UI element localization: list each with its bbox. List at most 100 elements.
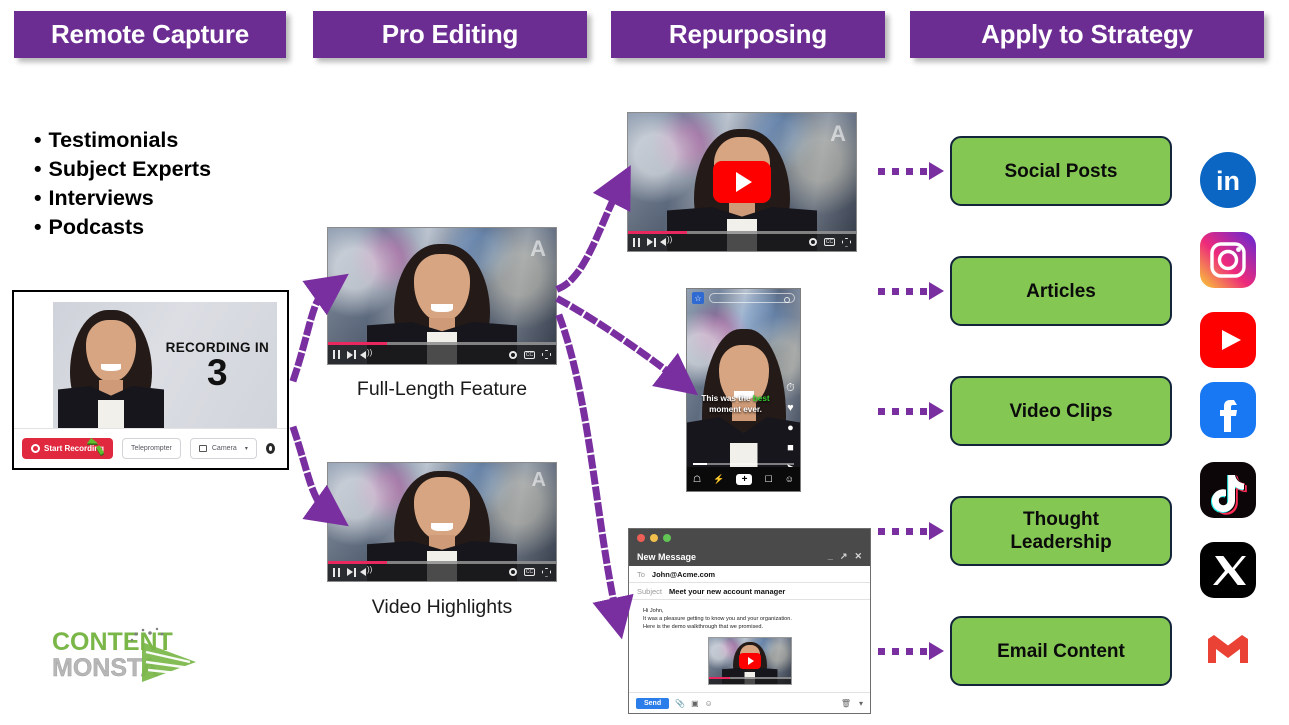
brand-watermark: A xyxy=(830,121,846,146)
maximize-icon[interactable] xyxy=(663,534,671,542)
camera-select-value: Camera xyxy=(211,445,237,452)
camera-select[interactable]: Camera ▾ xyxy=(189,438,257,459)
closed-captions-icon[interactable]: CC xyxy=(524,350,535,359)
phone-app-header: ☆ xyxy=(687,289,800,307)
to-label: To xyxy=(637,569,645,579)
volume-icon[interactable] xyxy=(660,235,672,246)
expand-icon[interactable]: ↗ xyxy=(840,551,848,562)
column-header-repurposing: Repurposing xyxy=(611,11,885,58)
pause-icon[interactable] xyxy=(333,350,340,359)
volume-icon[interactable] xyxy=(360,565,372,576)
video-player-full-length[interactable]: A CC xyxy=(327,227,557,365)
camera-icon xyxy=(198,445,207,452)
closed-captions-icon[interactable]: CC xyxy=(524,568,535,576)
gmail-icon[interactable] xyxy=(1200,622,1256,678)
to-value: John@Acme.com xyxy=(651,569,716,579)
bookmark-icon[interactable]: ■ xyxy=(787,443,794,454)
minimize-icon[interactable] xyxy=(650,534,658,542)
heart-icon[interactable]: ♥ xyxy=(787,403,794,414)
window-traffic-lights[interactable] xyxy=(629,529,870,547)
volume-icon[interactable] xyxy=(360,348,372,359)
phone-bottom-nav[interactable]: ☖ ⚡ + ☐ ☺ xyxy=(687,467,800,491)
search-input[interactable] xyxy=(709,293,795,303)
phone-action-rail[interactable]: ⏱ ♥ ● ■ ➤ xyxy=(786,383,795,474)
inbox-icon[interactable]: ☐ xyxy=(765,474,773,485)
teleprompter-label: Teleprompter xyxy=(131,445,172,452)
send-button[interactable]: Send xyxy=(636,697,670,709)
compose-toolbar[interactable]: Send 📎 ▣ ☺ 🗑 ▾ xyxy=(629,692,870,713)
fullscreen-icon[interactable] xyxy=(542,567,551,577)
fullscreen-icon[interactable] xyxy=(542,350,551,359)
home-icon[interactable]: ☖ xyxy=(693,474,701,485)
comment-icon[interactable]: ● xyxy=(787,423,794,434)
pause-icon[interactable] xyxy=(333,567,340,577)
close-icon[interactable]: ✕ xyxy=(854,551,862,562)
brand-watermark: A xyxy=(530,236,546,261)
recorder-window: RECORDING IN 3 Start Recording Telepromp… xyxy=(12,290,289,470)
arrow-to-email-content xyxy=(878,642,944,660)
video-caption-highlights: Video Highlights xyxy=(371,596,513,618)
instagram-icon[interactable] xyxy=(1200,232,1256,288)
video-controls[interactable]: CC xyxy=(628,231,856,251)
fullscreen-icon[interactable] xyxy=(842,237,851,247)
email-body[interactable]: Hi John, It was a pleasure getting to kn… xyxy=(629,600,870,685)
capture-source-list: Testimonials Subject Experts Interviews … xyxy=(34,126,212,242)
video-controls[interactable]: CC xyxy=(328,342,556,364)
profile-icon[interactable]: ☺ xyxy=(785,474,794,484)
trash-icon[interactable]: 🗑 xyxy=(841,699,851,708)
clock-icon[interactable]: ⏱ xyxy=(786,383,795,394)
create-icon[interactable]: + xyxy=(736,473,753,485)
email-to-row[interactable]: To John@Acme.com xyxy=(629,566,870,583)
email-subject-row[interactable]: Subject Meet your new account manager xyxy=(629,583,870,600)
arrow-to-articles xyxy=(878,282,944,300)
list-item: Interviews xyxy=(34,184,211,213)
video-player-highlights[interactable]: A CC xyxy=(327,462,557,582)
gear-icon[interactable] xyxy=(265,443,275,454)
youtube-icon[interactable] xyxy=(1200,312,1256,368)
countdown-overlay: RECORDING IN 3 xyxy=(166,340,269,393)
workflow-diagram: Remote Capture Pro Editing Repurposing A… xyxy=(0,0,1289,725)
mobile-social-video[interactable]: ☆ This was the best moment ever. ⏱ ♥ ● ■… xyxy=(686,288,801,492)
tiktok-icon[interactable] xyxy=(1200,462,1256,518)
compose-title: New Message xyxy=(637,551,697,562)
gear-icon[interactable] xyxy=(509,568,517,576)
close-icon[interactable] xyxy=(637,534,645,542)
video-player-youtube[interactable]: A CC xyxy=(627,112,857,252)
next-track-icon[interactable] xyxy=(647,237,656,247)
email-compose-window[interactable]: New Message _ ↗ ✕ To John@Acme.com Subje… xyxy=(628,528,871,714)
outcome-video-clips[interactable]: Video Clips xyxy=(950,376,1172,446)
video-caption-full-length: Full-Length Feature xyxy=(356,378,528,400)
facebook-icon[interactable] xyxy=(1200,382,1256,438)
video-caption-overlay: This was the best moment ever. xyxy=(693,393,778,415)
attachment-icon[interactable]: 📎 xyxy=(675,699,685,708)
teleprompter-button[interactable]: Teleprompter xyxy=(122,438,181,459)
outcome-email-content[interactable]: Email Content xyxy=(950,616,1172,686)
phone-seek-bar[interactable] xyxy=(693,463,794,465)
compose-title-bar: New Message _ ↗ ✕ xyxy=(629,547,870,566)
minimize-icon[interactable]: _ xyxy=(828,551,833,562)
x-icon[interactable] xyxy=(1200,542,1256,598)
outcome-social-posts[interactable]: Social Posts xyxy=(950,136,1172,206)
more-options-icon[interactable]: ▾ xyxy=(859,699,863,708)
pause-icon[interactable] xyxy=(633,237,640,247)
outcome-articles[interactable]: Articles xyxy=(950,256,1172,326)
recorder-preview: RECORDING IN 3 xyxy=(53,302,277,430)
image-icon[interactable]: ▣ xyxy=(691,699,699,708)
content-monsta-logo: CONTENT MONSTA xyxy=(50,622,210,690)
outcome-thought-leadership[interactable]: Thought Leadership xyxy=(950,496,1172,566)
gear-icon[interactable] xyxy=(809,238,817,246)
linkedin-icon[interactable]: in xyxy=(1200,152,1256,208)
list-item: Subject Experts xyxy=(34,155,212,184)
next-track-icon[interactable] xyxy=(347,350,356,359)
brand-watermark: A xyxy=(531,469,546,491)
embedded-video-thumbnail[interactable] xyxy=(707,637,792,685)
flash-icon[interactable]: ⚡ xyxy=(713,474,724,485)
closed-captions-icon[interactable]: CC xyxy=(824,238,835,246)
youtube-play-icon[interactable] xyxy=(713,161,771,203)
youtube-play-icon[interactable] xyxy=(738,653,761,669)
next-track-icon[interactable] xyxy=(347,567,356,577)
gear-icon[interactable] xyxy=(509,350,517,359)
emoji-icon[interactable]: ☺ xyxy=(705,699,713,708)
svg-text:in: in xyxy=(1216,166,1240,196)
video-controls[interactable]: CC xyxy=(328,561,556,581)
